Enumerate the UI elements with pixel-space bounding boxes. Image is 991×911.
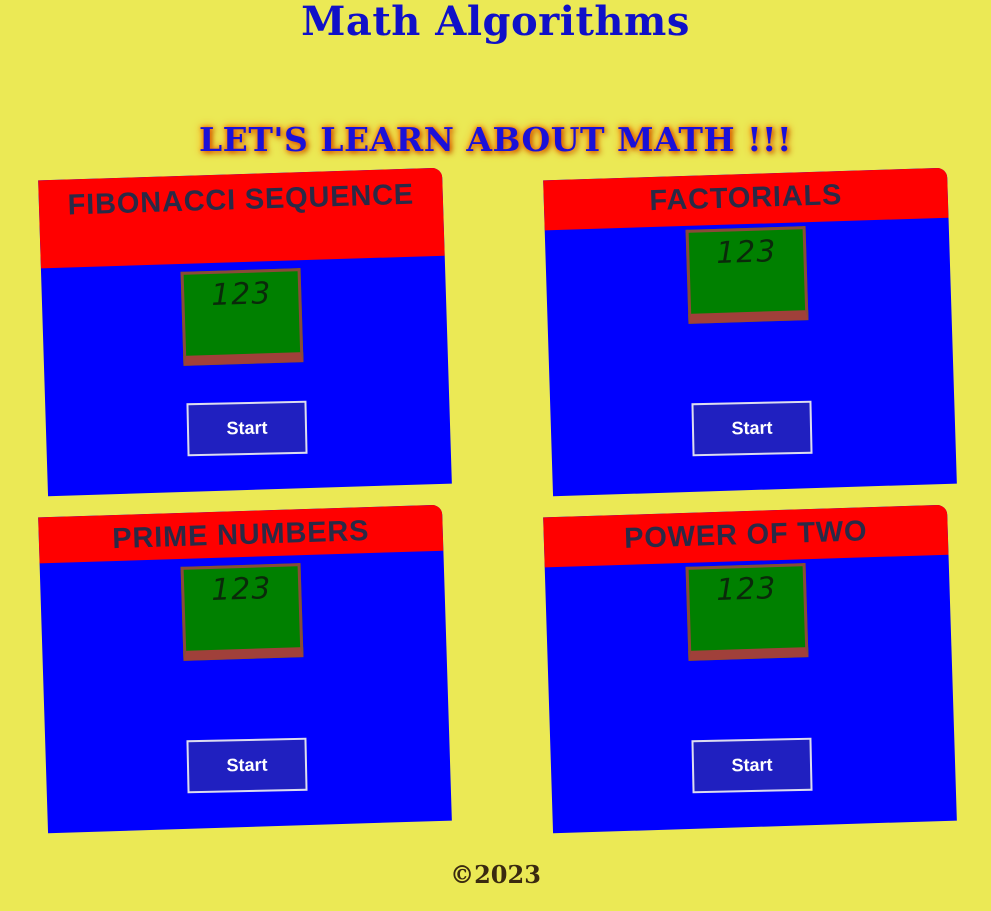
card-power-of-two: POWER OF TWO 123 Start [543,504,957,834]
card-factorials: FACTORIALS 123 Start [543,167,957,497]
card-prime-numbers: PRIME NUMBERS 123 Start [38,504,452,834]
card-title: FACTORIALS [543,167,949,231]
chalkboard-icon: 123 [180,563,304,661]
start-button-power-of-two[interactable]: Start [691,737,813,794]
footer-copyright: ©2023 [450,860,541,889]
card-title: FIBONACCI SEQUENCE [38,167,445,269]
chalkboard-icon: 123 [685,226,809,324]
chalkboard-text: 123 [210,571,272,608]
tagline: LET'S LEARN ABOUT MATH !!! [198,120,793,159]
start-button-prime-numbers[interactable]: Start [186,737,308,794]
card-title: POWER OF TWO [543,504,949,568]
chalkboard-text: 123 [715,234,777,271]
start-button-factorials[interactable]: Start [691,400,813,457]
card-fibonacci: FIBONACCI SEQUENCE 123 Start [38,167,452,497]
page-title: Math Algorithms [301,0,690,45]
chalkboard-icon: 123 [685,563,809,661]
chalkboard-text: 123 [715,571,777,608]
start-button-fibonacci[interactable]: Start [186,400,308,457]
chalkboard-icon: 123 [180,268,304,366]
chalkboard-text: 123 [210,276,272,313]
card-title: PRIME NUMBERS [38,504,444,564]
